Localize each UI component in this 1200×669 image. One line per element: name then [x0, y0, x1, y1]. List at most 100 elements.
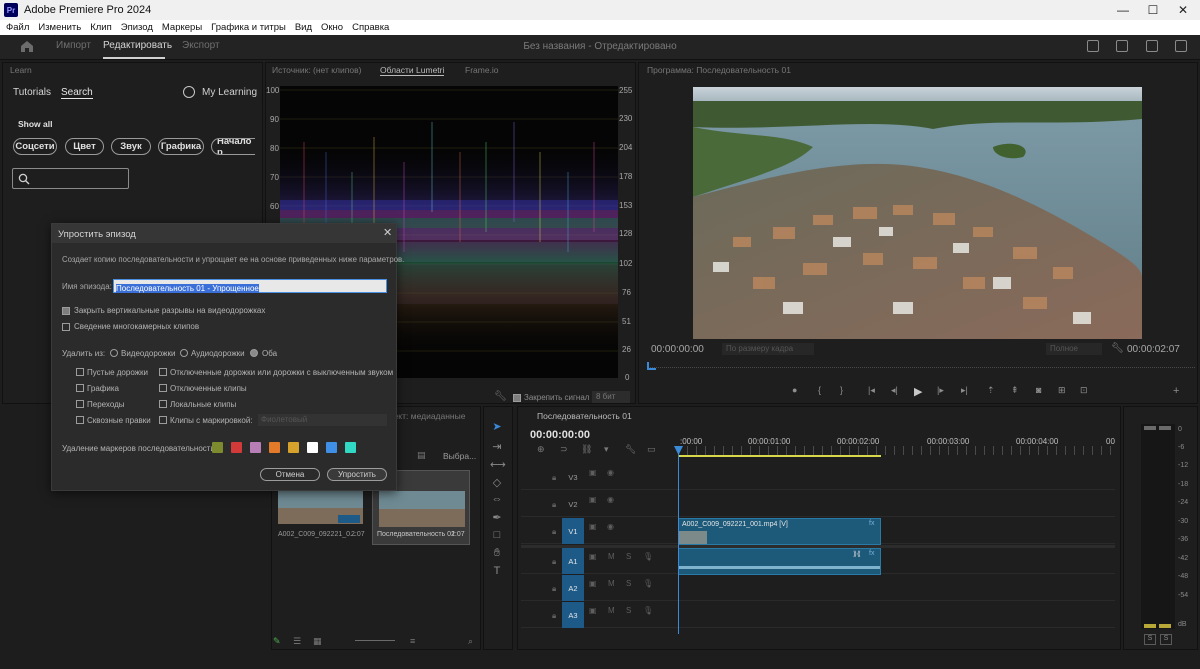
track-label-a1[interactable]: A1 — [562, 548, 584, 574]
lock-icon[interactable]: 🔒︎ — [552, 584, 556, 594]
timeline-title[interactable]: Последовательность 01 — [537, 411, 632, 421]
track-label-v2[interactable]: V2 — [562, 491, 584, 517]
program-timecode-in[interactable]: 00:00:00:00 — [651, 344, 704, 355]
simplify-button[interactable]: Упростить — [327, 468, 387, 481]
sync-lock-icon[interactable]: ▣ — [589, 495, 597, 504]
close-window-button[interactable]: ✕ — [1168, 0, 1198, 20]
zoom-slider[interactable] — [355, 640, 395, 641]
menu-window[interactable]: Окно — [321, 22, 343, 33]
radio-both[interactable] — [250, 349, 258, 357]
timeline-playhead[interactable] — [678, 446, 679, 634]
marker-color-cyan[interactable] — [345, 442, 356, 453]
clip-thumbnail[interactable] — [278, 490, 363, 524]
marker-color-blue[interactable] — [326, 442, 337, 453]
fit-select[interactable]: По размеру кадра — [722, 343, 814, 355]
clamp-signal-checkbox[interactable] — [513, 394, 521, 402]
through-edits-checkbox[interactable] — [76, 416, 84, 424]
lock-icon[interactable]: 🔒︎ — [552, 611, 556, 621]
export-frame-icon[interactable]: ◙ — [1036, 385, 1041, 395]
sync-lock-icon[interactable]: ▣ — [589, 522, 597, 531]
track-label-v1[interactable]: V1 — [562, 518, 584, 544]
solo-button[interactable]: S — [626, 579, 631, 588]
snap-icon[interactable]: ⊃ — [560, 444, 568, 455]
go-to-out-icon[interactable]: ▸| — [961, 385, 968, 396]
marker-color-white[interactable] — [307, 442, 318, 453]
sync-lock-icon[interactable]: ▣ — [589, 579, 597, 588]
slip-tool-icon[interactable]: ⇔ — [490, 493, 504, 505]
chip-color[interactable]: Цвет — [65, 138, 104, 155]
radio-video-tracks[interactable] — [110, 349, 118, 357]
mic-icon[interactable]: 🎙︎ — [643, 579, 653, 588]
fullscreen-icon[interactable] — [1175, 40, 1187, 52]
mute-button[interactable]: M — [608, 552, 615, 561]
meter-solo-right[interactable]: S — [1160, 634, 1172, 645]
marker-icon[interactable]: ▾ — [604, 444, 609, 455]
tab-frameio[interactable]: Frame.io — [465, 65, 499, 75]
marker-color-green[interactable] — [212, 442, 223, 453]
track-select-tool-icon[interactable]: ⇥ — [490, 440, 504, 453]
tab-import[interactable]: Импорт — [56, 40, 91, 51]
tab-source[interactable]: Источник: (нет клипов) — [272, 65, 361, 75]
hand-tool-icon[interactable]: ✋︎ — [490, 547, 504, 560]
program-scrub-bar[interactable] — [647, 367, 1195, 368]
work-area-bar[interactable] — [678, 455, 881, 457]
lock-icon[interactable]: 🔒︎ — [552, 473, 556, 483]
menu-file[interactable]: Файл — [6, 22, 29, 33]
extract-icon[interactable]: ⇞ — [1011, 385, 1019, 396]
list-view-icon[interactable]: ☰ — [293, 636, 301, 647]
mute-button[interactable]: M — [608, 606, 615, 615]
empty-tracks-checkbox[interactable] — [76, 368, 84, 376]
tab-export[interactable]: Экспорт — [182, 40, 220, 51]
tab-search[interactable]: Search — [61, 87, 93, 99]
search-input[interactable] — [12, 168, 129, 189]
menu-edit[interactable]: Изменить — [38, 22, 81, 33]
sliders-icon[interactable] — [1146, 40, 1158, 52]
sync-lock-icon[interactable]: ▣ — [589, 552, 597, 561]
timeline-timecode[interactable]: 00:00:00:00 — [530, 429, 590, 441]
settings-wrench-icon[interactable]: 🔧︎ — [1111, 343, 1124, 354]
eye-icon[interactable]: ◉ — [607, 495, 614, 504]
marker-color-orange[interactable] — [269, 442, 280, 453]
my-learning-link[interactable]: My Learning — [202, 87, 257, 98]
video-clip[interactable]: A002_C009_092221_001.mp4 [V] fx — [678, 518, 881, 545]
disabled-clips-checkbox[interactable] — [159, 384, 167, 392]
multicam-checkbox[interactable] — [62, 323, 70, 331]
bit-depth-select[interactable]: 8 бит — [592, 391, 630, 403]
disabled-tracks-checkbox[interactable] — [159, 368, 167, 376]
step-back-icon[interactable]: ◂| — [891, 385, 898, 396]
tab-lumetri-scopes[interactable]: Области Lumetri — [380, 65, 445, 76]
eye-icon[interactable]: ◉ — [607, 468, 614, 477]
sync-lock-icon[interactable]: ▣ — [589, 606, 597, 615]
program-monitor-title[interactable]: Программа: Последовательность 01 — [647, 65, 791, 75]
sort-icon[interactable]: ≡ — [410, 636, 415, 646]
marker-color-rose[interactable] — [250, 442, 261, 453]
close-gaps-checkbox[interactable] — [62, 307, 70, 315]
graphics-checkbox[interactable] — [76, 384, 84, 392]
lock-icon[interactable]: 🔒︎ — [552, 500, 556, 510]
chip-social[interactable]: Соцсети — [13, 138, 57, 155]
captions-icon[interactable]: ▭ — [647, 444, 656, 455]
pen-tool-icon[interactable]: ✒ — [490, 511, 504, 524]
add-marker-icon[interactable]: ● — [792, 385, 797, 395]
learn-panel-title[interactable]: Learn — [10, 65, 32, 75]
icon-view-icon[interactable]: ▦ — [313, 636, 322, 647]
vr-icon[interactable]: ⊡ — [1080, 385, 1088, 396]
add-button-icon[interactable]: + — [1173, 385, 1179, 397]
labeled-clips-checkbox[interactable] — [159, 416, 167, 424]
track-label-v3[interactable]: V3 — [562, 464, 584, 490]
sync-lock-icon[interactable]: ▣ — [589, 468, 597, 477]
marker-color-yellow[interactable] — [288, 442, 299, 453]
go-to-in-icon[interactable]: |◂ — [868, 385, 875, 396]
play-icon[interactable]: ▶ — [914, 385, 922, 398]
quality-select[interactable]: Полное — [1046, 343, 1102, 355]
minimize-button[interactable]: — — [1108, 0, 1138, 20]
step-forward-icon[interactable]: |▸ — [937, 385, 944, 396]
local-clips-checkbox[interactable] — [159, 400, 167, 408]
linked-selection-icon[interactable]: ⛓︎ — [581, 444, 592, 455]
menu-help[interactable]: Справка — [352, 22, 389, 33]
comparison-view-icon[interactable]: ⊞ — [1058, 385, 1066, 396]
meter-solo-left[interactable]: S — [1144, 634, 1156, 645]
show-all-link[interactable]: Show all — [18, 119, 52, 129]
lock-icon[interactable]: 🔒︎ — [552, 557, 556, 567]
rectangle-tool-icon[interactable]: □ — [490, 529, 504, 541]
